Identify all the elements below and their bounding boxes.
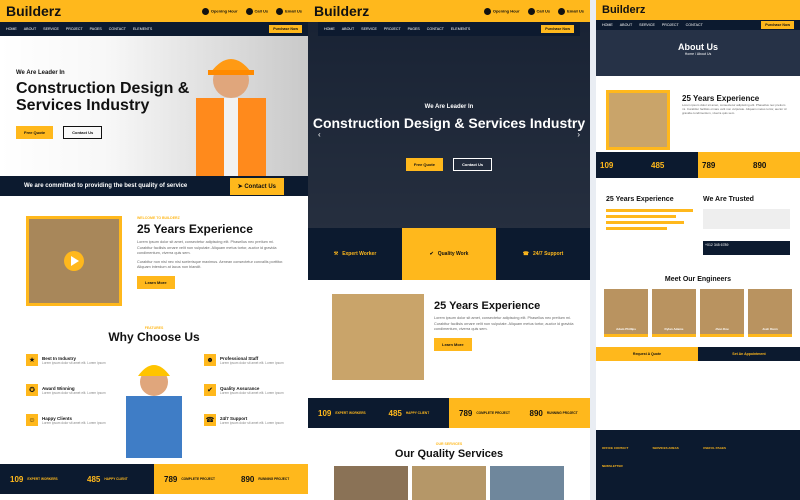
purchase-button-2[interactable]: Purchase Now xyxy=(541,25,574,33)
hero2-kicker: We Are Leader In xyxy=(424,104,474,110)
nav-elements[interactable]: ELEMENTS xyxy=(133,27,152,31)
support-icon: ☎ xyxy=(522,251,529,257)
about-page-preview: Builderz HOME ABOUT SERVICE PROJECT CONTACT … xyxy=(596,0,800,500)
hero-2: HOME ABOUT SERVICE PROJECT PAGES CONTACT ELEME… xyxy=(308,22,590,228)
worker-icon: ⚒ xyxy=(333,251,339,257)
brand-logo-2[interactable]: Builderz xyxy=(314,3,369,19)
clock-icon xyxy=(483,7,491,15)
nav-project[interactable]: PROJECT xyxy=(66,27,83,31)
breadcrumb: Home / About Us xyxy=(684,52,712,56)
homepage-preview-2: Builderz Opening Hour Call Us Email Us H… xyxy=(308,0,590,500)
learn-more-button[interactable]: Learn More xyxy=(137,275,175,289)
nav-contact[interactable]: CONTACT xyxy=(109,27,126,31)
contact-us-button[interactable]: Contact Us xyxy=(63,126,103,139)
free-quote-button[interactable]: Free Quote xyxy=(16,126,54,139)
feature-award: ✪ Award Winning Lorem ipsum dolor sit amet… xyxy=(26,384,106,396)
feature-staff: ☻ Professional Staff Lorem ipsum dolor sit… xyxy=(204,354,284,366)
trophy-icon: ★ xyxy=(26,354,38,366)
hero: We Are Leader In Construction Design & S… xyxy=(0,36,308,176)
hero-kicker: We Are Leader In xyxy=(16,70,65,76)
about-text: Lorem ipsum dolor sit amet, consectetur … xyxy=(137,240,277,255)
service-quality: ✔ Quality Work xyxy=(402,228,496,280)
why-title: Why Choose Us xyxy=(108,330,200,344)
page-title: About Us xyxy=(678,42,718,52)
nav-about[interactable]: ABOUT xyxy=(24,27,36,31)
staff-icon: ☻ xyxy=(204,354,216,366)
about-image-2 xyxy=(332,294,424,380)
next-arrow-icon[interactable]: › xyxy=(577,130,580,139)
commit-text: We are committed to providing the best q… xyxy=(24,183,188,189)
quality-icon: ✔ xyxy=(429,251,434,257)
nav-pages[interactable]: PAGES xyxy=(90,27,102,31)
quality-title: Our Quality Services xyxy=(394,448,504,460)
action-strip: Request A Quote Set An Appointment xyxy=(596,347,800,361)
feature-best: ★ Best In Industry Lorem ipsum dolor sit a… xyxy=(26,354,106,366)
experience-section-2: 25 Years Experience Lorem ipsum dolor si… xyxy=(308,280,590,398)
mail-icon xyxy=(558,7,566,15)
main-nav-3: HOME ABOUT SERVICE PROJECT CONTACT Purchase … xyxy=(596,20,800,30)
feature-clients: ☺ Happy Clients Lorem ipsum dolor sit amet… xyxy=(26,414,106,426)
stat-clients: 485 HAPPY CLIENT xyxy=(87,474,128,484)
award-icon: ✪ xyxy=(26,384,38,396)
check-icon: ✔ xyxy=(204,384,216,396)
stat-complete: 789 COMPLETE PROJECT xyxy=(154,464,231,494)
phone-icon xyxy=(527,7,535,15)
brand-logo[interactable]: Builderz xyxy=(6,3,61,19)
footer: OFFICE CONTACT SERVICES AREAS USEFUL PAG… xyxy=(596,430,800,500)
homepage-preview-1: Builderz Opening Hour Call Us Email Us H… xyxy=(0,0,308,500)
team-title: Meet Our Engineers xyxy=(664,276,732,283)
top-bar: Builderz Opening Hour Call Us Email Us xyxy=(0,0,308,22)
top-info: Opening Hour Call Us Email Us xyxy=(201,7,302,15)
page-header: About Us Home / About Us xyxy=(596,30,800,76)
about-text-2: Curabitur non nisl nec nisi scelerisque … xyxy=(137,259,284,270)
service-expert: ⚒ Expert Worker xyxy=(308,228,402,280)
nav-home[interactable]: HOME xyxy=(6,27,17,31)
main-nav: HOME ABOUT SERVICE PROJECT PAGES CONTACT… xyxy=(0,22,308,36)
prev-arrow-icon[interactable]: ‹ xyxy=(318,130,321,139)
service-support: ☎ 24/7 Support xyxy=(496,228,590,280)
about-title: 25 Years Experience xyxy=(137,222,253,236)
skills-section: 25 Years Experience We Are Trusted +012 … xyxy=(596,178,800,276)
trusted-title: We Are Trusted xyxy=(703,196,754,203)
why-choose-section: FEATURES Why Choose Us ★ Best In Industry… xyxy=(0,326,308,464)
service-strip: ⚒ Expert Worker ✔ Quality Work ☎ 24/7 Suppo… xyxy=(308,228,590,280)
hero-title: Construction Design & Services Industry xyxy=(16,80,190,114)
commit-contact-button[interactable]: ➤ Contact Us xyxy=(229,177,284,195)
top-bar-3: Builderz xyxy=(596,0,800,20)
engineer-image xyxy=(126,365,182,458)
about-image xyxy=(26,216,122,306)
stat-running: 890 RUNNING PROJECT xyxy=(231,464,308,494)
stat-workers: 109 EXPERT WORKERS xyxy=(10,474,58,484)
experience-section: WELCOME TO BUILDERZ 25 Years Experience … xyxy=(0,196,308,326)
team-section: Meet Our Engineers Adam Phillips Dylan A… xyxy=(596,276,800,337)
quality-section: OUR SERVICES Our Quality Services xyxy=(308,428,590,500)
about-tag: WELCOME TO BUILDERZ xyxy=(137,216,180,220)
headset-icon: ☎ xyxy=(204,414,216,426)
stats-bar: 109 EXPERT WORKERS 485 HAPPY CLIENT 789 COM… xyxy=(0,464,308,494)
hero2-title: Construction Design & Services Industry xyxy=(312,115,586,131)
phone-icon xyxy=(245,7,253,15)
feature-support: ☎ 24/7 Support Lorem ipsum dolor sit amet … xyxy=(204,414,284,426)
stats-bar-3: 109 485 789 890 xyxy=(596,152,800,178)
commit-strip: We are committed to providing the best q… xyxy=(0,176,308,196)
top-bar-2: Builderz Opening Hour Call Us Email Us xyxy=(308,0,590,22)
purchase-button[interactable]: Purchase Now xyxy=(269,25,302,33)
users-icon: ☺ xyxy=(26,414,38,426)
stats-bar-2: 109 EXPERT WORKERS 485 HAPPY CLIENT 789 COM… xyxy=(308,398,590,428)
main-nav-2: HOME ABOUT SERVICE PROJECT PAGES CONTACT ELEME… xyxy=(318,22,580,36)
nav-service[interactable]: SERVICE xyxy=(43,27,59,31)
mail-icon xyxy=(276,7,284,15)
feature-quality: ✔ Quality Assurance Lorem ipsum dolor sit … xyxy=(204,384,284,396)
clock-icon xyxy=(201,7,209,15)
